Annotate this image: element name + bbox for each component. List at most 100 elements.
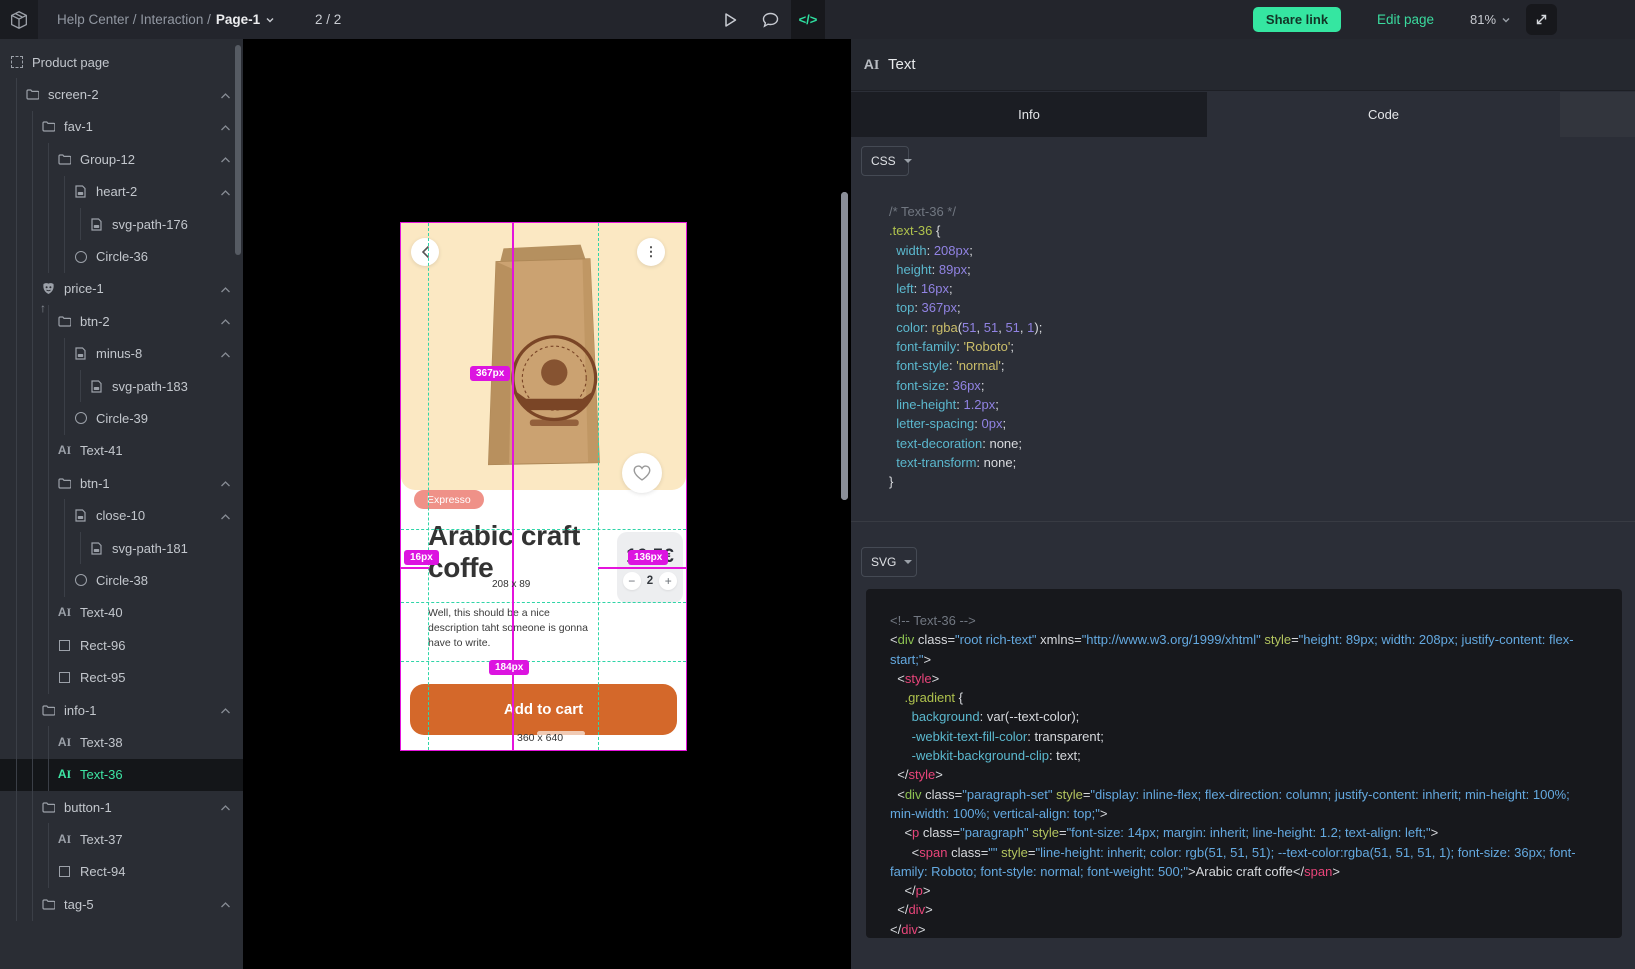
tree-item-button-1[interactable]: button-1 xyxy=(0,791,243,823)
folder-icon xyxy=(58,477,71,490)
tree-indent-line xyxy=(10,694,26,726)
tree-item-minus-8[interactable]: minus-8 xyxy=(0,338,243,370)
share-link-button[interactable]: Share link xyxy=(1253,7,1341,32)
guide-line-vertical-right xyxy=(598,223,599,750)
tree-item-label: Rect-96 xyxy=(80,638,126,653)
quantity-minus-button[interactable]: − xyxy=(623,572,641,590)
tree-item-label: button-1 xyxy=(64,800,112,815)
css-format-dropdown[interactable]: CSS xyxy=(861,146,909,176)
panel-scrollbar[interactable] xyxy=(841,192,848,500)
tree-item-svg-path-176[interactable]: svg-path-176 xyxy=(0,208,243,240)
code-line: <style> xyxy=(890,669,1598,688)
chevron-up-icon[interactable] xyxy=(220,119,231,134)
canvas[interactable]: ⋮ Expresso Arabic craft coffe 16.5€ − 2 … xyxy=(243,39,851,969)
play-icon[interactable] xyxy=(713,0,747,39)
measure-badge-right: 136px xyxy=(628,550,668,565)
category-tag[interactable]: Expresso xyxy=(414,490,484,509)
back-button[interactable] xyxy=(411,238,439,266)
tree-item-rect-96[interactable]: Rect-96 xyxy=(0,629,243,661)
tree-item-circle-38[interactable]: Circle-38 xyxy=(0,564,243,596)
rect-icon xyxy=(58,865,71,878)
tree-item-text-38[interactable]: AIText-38 xyxy=(0,726,243,758)
tree-indent-line xyxy=(58,338,74,370)
code-line: -webkit-background-clip: text; xyxy=(890,746,1598,765)
tree-item-info-1[interactable]: info-1 xyxy=(0,694,243,726)
tree-item-label: svg-path-181 xyxy=(112,541,188,556)
chevron-up-icon[interactable] xyxy=(220,508,231,523)
tree-item-btn-2[interactable]: btn-2 xyxy=(0,305,243,337)
tree-item-label: Circle-36 xyxy=(96,249,148,264)
tree-item-svg-path-183[interactable]: svg-path-183 xyxy=(0,370,243,402)
css-code-block[interactable]: /* Text-36 */.text-36 { width: 208px; he… xyxy=(889,202,1619,491)
tree-item-circle-36[interactable]: Circle-36 xyxy=(0,240,243,272)
tree-indent-line xyxy=(26,888,42,920)
tree-indent-line xyxy=(26,726,42,758)
tab-info[interactable]: Info xyxy=(851,92,1207,137)
phone-frame[interactable]: ⋮ Expresso Arabic craft coffe 16.5€ − 2 … xyxy=(401,223,686,750)
tree-item-btn-1[interactable]: btn-1 xyxy=(0,467,243,499)
comment-icon[interactable] xyxy=(753,0,787,39)
tree-item-fav-1[interactable]: fav-1 xyxy=(0,111,243,143)
chevron-up-icon[interactable] xyxy=(220,314,231,329)
tree-item-rect-94[interactable]: Rect-94 xyxy=(0,856,243,888)
code-line: </div> xyxy=(890,900,1598,919)
chevron-up-icon[interactable] xyxy=(220,897,231,912)
tree-item-close-10[interactable]: close-10 xyxy=(0,499,243,531)
tab-code[interactable]: Code xyxy=(1207,92,1560,137)
tree-item-tag-5[interactable]: tag-5 xyxy=(0,888,243,920)
chevron-up-icon[interactable] xyxy=(220,703,231,718)
chevron-down-icon xyxy=(904,159,912,163)
fullscreen-button[interactable] xyxy=(1526,4,1557,35)
tree-indent-line xyxy=(42,370,58,402)
tree-item-group-12[interactable]: Group-12 xyxy=(0,143,243,175)
tree-item-text-36[interactable]: AIText-36 xyxy=(0,759,243,791)
quantity-plus-button[interactable]: + xyxy=(659,572,677,590)
tree-item-text-41[interactable]: AIText-41 xyxy=(0,435,243,467)
expand-icon xyxy=(1534,12,1549,27)
tree-item-svg-path-181[interactable]: svg-path-181 xyxy=(0,532,243,564)
tree-item-label: Text-40 xyxy=(80,605,123,620)
guide-line-horizontal-title-bottom xyxy=(401,602,686,603)
chevron-up-icon[interactable] xyxy=(220,800,231,815)
chevron-up-icon[interactable] xyxy=(220,184,231,199)
breadcrumb-path: Help Center / Interaction / xyxy=(57,12,211,27)
chevron-up-icon[interactable] xyxy=(220,87,231,102)
tree-indent-line xyxy=(10,111,26,143)
sidebar-scrollbar[interactable] xyxy=(235,45,241,255)
more-menu-button[interactable]: ⋮ xyxy=(637,238,665,266)
tree-item-screen-2[interactable]: screen-2 xyxy=(0,78,243,110)
inspector-tabs: Info Code xyxy=(851,92,1635,137)
tree-indent-line xyxy=(42,726,58,758)
tree-item-text-37[interactable]: AIText-37 xyxy=(0,823,243,855)
code-view-icon[interactable]: </> xyxy=(791,0,825,39)
tree-indent-line xyxy=(58,564,74,596)
zoom-level-dropdown[interactable]: 81% xyxy=(1470,0,1512,39)
tree-item-rect-95[interactable]: Rect-95 xyxy=(0,661,243,693)
tree-item-label: fav-1 xyxy=(64,119,93,134)
breadcrumb[interactable]: Help Center / Interaction / Page-1 xyxy=(57,0,276,39)
tree-item-circle-39[interactable]: Circle-39 xyxy=(0,402,243,434)
tree-item-price-1[interactable]: price-1 xyxy=(0,273,243,305)
product-description: Well, this should be a nice description … xyxy=(428,606,594,652)
svg-format-dropdown[interactable]: SVG xyxy=(861,547,917,577)
svg-code-container: <!-- Text-36 --><div class="root rich-te… xyxy=(866,589,1622,938)
chevron-up-icon[interactable] xyxy=(220,281,231,296)
tree-indent-line xyxy=(10,208,26,240)
svg-code-block[interactable]: <!-- Text-36 --><div class="root rich-te… xyxy=(890,611,1598,939)
tree-indent-line xyxy=(10,629,26,661)
section-divider xyxy=(851,521,1635,522)
tree-indent-line xyxy=(26,597,42,629)
edit-page-link[interactable]: Edit page xyxy=(1377,0,1434,39)
tree-item-product page[interactable]: Product page xyxy=(0,46,243,78)
tree-indent-line xyxy=(74,532,90,564)
tree-item-text-40[interactable]: AIText-40 xyxy=(0,597,243,629)
code-line: font-family: 'Roboto'; xyxy=(889,337,1619,356)
add-to-cart-button[interactable]: Add to cart xyxy=(410,684,677,735)
app-logo[interactable] xyxy=(0,0,38,39)
chevron-up-icon[interactable] xyxy=(220,346,231,361)
chevron-up-icon[interactable] xyxy=(220,152,231,167)
tree-indent-line xyxy=(26,435,42,467)
chevron-up-icon[interactable] xyxy=(220,476,231,491)
favorite-button[interactable] xyxy=(622,453,662,493)
tree-item-heart-2[interactable]: heart-2 xyxy=(0,176,243,208)
